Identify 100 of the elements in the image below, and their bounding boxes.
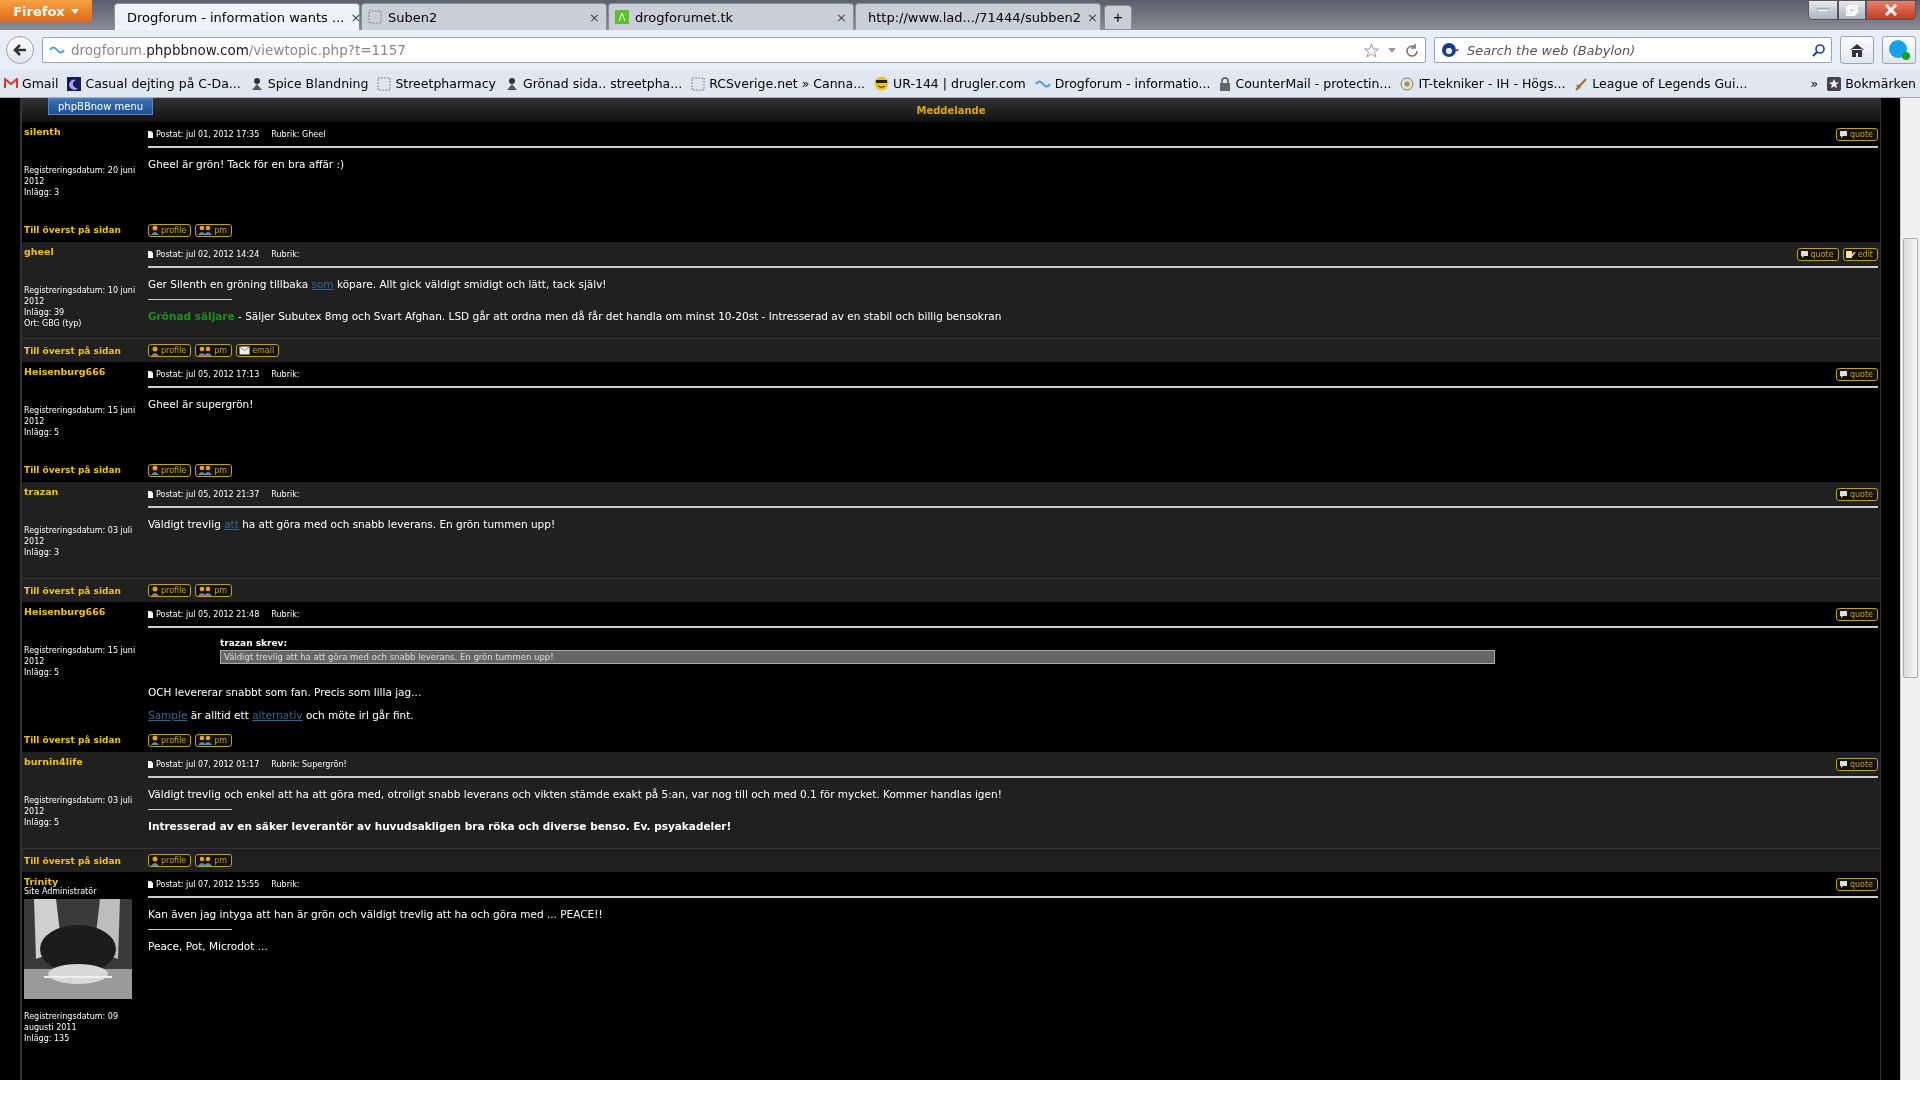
quote-button[interactable]: quote [1835,367,1878,381]
pm-button[interactable]: pm [195,223,233,237]
url-text: drogforum.phpbbnow.com/viewtopic.php?t=1157 [71,42,406,58]
search-field[interactable]: Search the web (Babylon) [1434,37,1832,63]
new-tab-button[interactable]: + [1104,5,1132,30]
bookmarks-menu-button[interactable]: Bokmärken [1827,76,1916,91]
pm-button[interactable]: pm [195,344,233,357]
reload-icon[interactable] [1405,42,1419,58]
speech-bubble-icon [1838,609,1848,619]
tab-title: Drogforum - information wants ... [127,9,345,25]
author-name[interactable]: gheel [24,246,148,257]
bookmark-link[interactable]: CounterMail - protectin... [1219,76,1392,91]
scrollbar[interactable] [1900,98,1920,1080]
quote-button[interactable]: quote [1835,877,1878,891]
profile-button[interactable]: profile [148,854,192,867]
location-text: Ort: GBG (typ) [24,318,83,329]
people-icon [198,585,213,596]
figure-icon [504,76,519,91]
author-name[interactable]: Heisenburg666 [24,366,148,377]
people-icon [198,735,213,745]
bookmark-link[interactable]: Grönad sida.. streetpha... [504,76,683,91]
more-bookmarks-button[interactable]: » [1810,76,1819,91]
email-button[interactable]: email [236,344,280,357]
browser-tab[interactable]: Suben2 × [361,3,607,30]
browser-tab[interactable]: Drogforum - information wants ... × [114,3,360,30]
author-name[interactable]: Trinity [24,876,148,887]
restore-icon[interactable] [1838,0,1866,20]
star-icon[interactable] [1364,42,1379,58]
bookmark-link[interactable]: RCSverige.net » Canna... [691,76,866,91]
minimize-icon[interactable] [1808,0,1838,20]
back-to-top-link[interactable]: Till överst på sidan [22,225,148,235]
quote-button[interactable]: quote [1835,757,1878,771]
message-text: Gheel är grön! Tack för en bra affär :) [148,158,346,171]
dropdown-icon [70,8,79,14]
quote-text: Väldigt trevlig att ha att göra med och snabb leverans. En grön tummen upp! [220,650,1495,664]
forum-menu-button[interactable]: phpBBnow menu [48,98,154,115]
back-button[interactable] [6,36,34,64]
person-icon [151,465,159,475]
post-date: Postat: jul 07, 2012 15:55 [148,879,260,889]
user-rank: Site Administratör [24,887,98,896]
edit-button[interactable]: edit [1842,247,1878,261]
message-text: Kan även jag intyga att han är grön och väldigt trevlig att ha och göra med ... PEACE!! [148,908,604,921]
post-count: Inlägg: 3 [24,547,61,558]
close-icon[interactable]: × [836,9,847,25]
search-icon[interactable] [1812,43,1825,57]
bookmark-link[interactable]: Spice Blandning [249,76,369,91]
back-to-top-link[interactable]: Till överst på sidan [22,465,148,475]
profile-button[interactable]: profile [148,584,192,597]
message-text: Peace, Pot, Microdot ... [148,940,269,953]
bookmark-link[interactable]: League of Legends Gui... [1574,76,1748,91]
home-icon [1849,43,1865,57]
mail-icon [4,78,18,89]
author-name[interactable]: trazan [24,486,148,497]
post-icon [148,130,153,138]
post-count: Inlägg: 3 [24,187,61,198]
quote-button[interactable]: quote [1835,607,1878,621]
pm-button[interactable]: pm [195,854,233,867]
bookmark-link[interactable]: Drogforum - informatio... [1034,76,1211,91]
post-icon [148,490,153,498]
search-input[interactable]: Search the web (Babylon) [1465,41,1806,59]
speech-bubble-icon [1838,759,1848,769]
bookmark-link[interactable]: UR-144 | drugler.com [874,76,1026,91]
profile-button[interactable]: profile [148,733,192,747]
browser-tab[interactable]: http://www.lad.../71444/subben2 × [855,3,1101,30]
message-text: Gheel är supergrön! [148,398,255,411]
close-icon[interactable]: × [589,9,600,25]
back-to-top-link[interactable]: Till överst på sidan [22,735,148,745]
bookmark-link[interactable]: IT-tekniker - IH - Högs... [1400,76,1566,91]
author-name[interactable]: silenth [24,126,148,137]
speech-bubble-icon [1838,879,1848,889]
seal-icon [1400,76,1415,91]
profile-button[interactable]: profile [148,344,192,357]
close-icon[interactable]: × [1087,9,1098,25]
star-icon [1827,76,1842,91]
quote-button[interactable]: quote [1835,487,1878,501]
smiley-icon [874,76,890,91]
person-icon [151,585,159,596]
author-name[interactable]: Heisenburg666 [24,606,148,617]
home-button[interactable] [1840,36,1874,64]
author-name[interactable]: burnin4life [24,756,148,767]
back-to-top-link[interactable]: Till överst på sidan [22,855,148,866]
pm-button[interactable]: pm [195,733,233,747]
address-field[interactable]: drogforum.phpbbnow.com/viewtopic.php?t=1157 [42,37,1426,63]
profile-button[interactable]: profile [148,223,192,237]
browser-tab[interactable]: drogforumet.tk × [608,3,854,30]
bookmark-link[interactable]: Streetpharmacy [377,76,496,91]
speech-bubble-icon [1799,249,1809,259]
tab-title: Suben2 [388,9,438,25]
profile-button[interactable]: profile [148,463,192,477]
quote-button[interactable]: quote [1835,127,1878,141]
close-icon[interactable]: × [350,9,359,25]
bookmark-link[interactable]: Gmail [4,76,59,91]
quote-button[interactable]: quote [1796,247,1839,261]
skype-button[interactable] [1882,36,1916,64]
bookmark-link[interactable]: Casual dejting på C-Da... [67,76,241,91]
back-to-top-link[interactable]: Till överst på sidan [22,585,148,596]
back-to-top-link[interactable]: Till överst på sidan [22,345,148,356]
close-icon[interactable] [1866,0,1916,20]
pm-button[interactable]: pm [195,463,233,477]
pm-button[interactable]: pm [195,584,233,597]
